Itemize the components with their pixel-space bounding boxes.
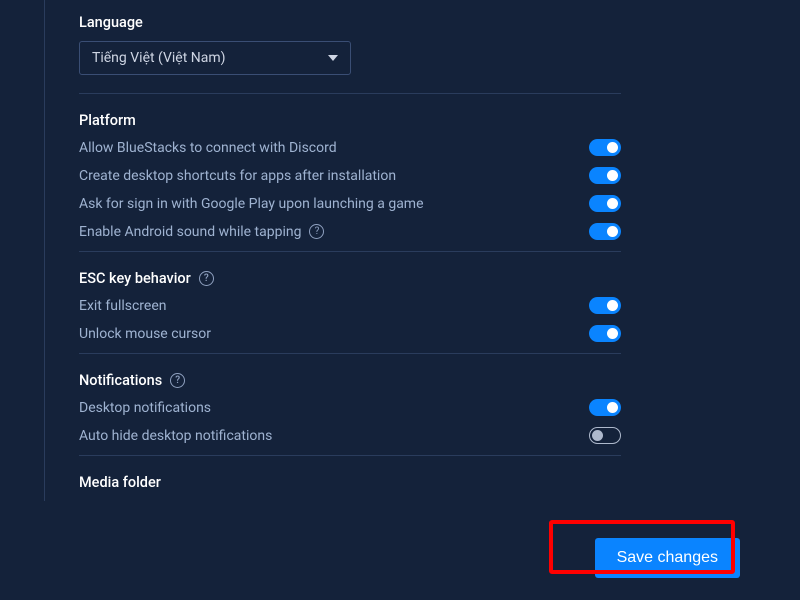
- notifications-title-text: Notifications: [79, 372, 162, 389]
- divider: [79, 455, 621, 456]
- platform-title: Platform: [79, 112, 766, 129]
- language-select-value: Tiếng Việt (Việt Nam): [92, 50, 328, 66]
- settings-panel: Language Tiếng Việt (Việt Nam) Platform …: [44, 0, 800, 501]
- notifications-section: Notifications ? Desktop notifications Au…: [79, 372, 766, 444]
- esc-row-exit-fullscreen: Exit fullscreen: [79, 297, 621, 314]
- esc-row-unlock-mouse: Unlock mouse cursor: [79, 325, 621, 342]
- esc-section: ESC key behavior ? Exit fullscreen Unloc…: [79, 270, 766, 342]
- divider: [79, 93, 621, 94]
- toggle-discord[interactable]: [589, 139, 621, 156]
- platform-row-android-sound: Enable Android sound while tapping ?: [79, 223, 621, 240]
- platform-row-discord: Allow BlueStacks to connect with Discord: [79, 139, 621, 156]
- divider: [79, 251, 621, 252]
- esc-title-text: ESC key behavior: [79, 270, 191, 287]
- language-section: Language Tiếng Việt (Việt Nam): [79, 14, 766, 75]
- row-label: Allow BlueStacks to connect with Discord: [79, 140, 337, 156]
- save-button[interactable]: Save changes: [595, 538, 740, 578]
- row-label: Exit fullscreen: [79, 298, 167, 314]
- platform-section: Platform Allow BlueStacks to connect wit…: [79, 112, 766, 240]
- platform-row-shortcuts: Create desktop shortcuts for apps after …: [79, 167, 621, 184]
- help-icon[interactable]: ?: [309, 224, 324, 239]
- help-icon[interactable]: ?: [170, 373, 185, 388]
- notifications-title: Notifications ?: [79, 372, 766, 389]
- row-label: Create desktop shortcuts for apps after …: [79, 168, 396, 184]
- toggle-unlock-mouse[interactable]: [589, 325, 621, 342]
- language-title: Language: [79, 14, 766, 31]
- chevron-down-icon: [328, 55, 338, 61]
- language-select[interactable]: Tiếng Việt (Việt Nam): [79, 41, 351, 75]
- row-label: Desktop notifications: [79, 400, 211, 416]
- help-icon[interactable]: ?: [199, 271, 214, 286]
- toggle-google-play[interactable]: [589, 195, 621, 212]
- media-section: Media folder: [79, 474, 766, 491]
- media-title: Media folder: [79, 474, 766, 491]
- row-label: Auto hide desktop notifications: [79, 428, 272, 444]
- row-label: Ask for sign in with Google Play upon la…: [79, 196, 424, 212]
- save-area: Save changes: [595, 538, 740, 578]
- toggle-shortcuts[interactable]: [589, 167, 621, 184]
- notif-row-autohide: Auto hide desktop notifications: [79, 427, 621, 444]
- row-label: Enable Android sound while tapping ?: [79, 224, 324, 240]
- toggle-android-sound[interactable]: [589, 223, 621, 240]
- toggle-exit-fullscreen[interactable]: [589, 297, 621, 314]
- esc-title: ESC key behavior ?: [79, 270, 766, 287]
- platform-row-google-play: Ask for sign in with Google Play upon la…: [79, 195, 621, 212]
- toggle-desktop-notif[interactable]: [589, 399, 621, 416]
- toggle-autohide-notif[interactable]: [589, 427, 621, 444]
- notif-row-desktop: Desktop notifications: [79, 399, 621, 416]
- row-label-text: Enable Android sound while tapping: [79, 224, 301, 240]
- row-label: Unlock mouse cursor: [79, 326, 211, 342]
- divider: [79, 353, 621, 354]
